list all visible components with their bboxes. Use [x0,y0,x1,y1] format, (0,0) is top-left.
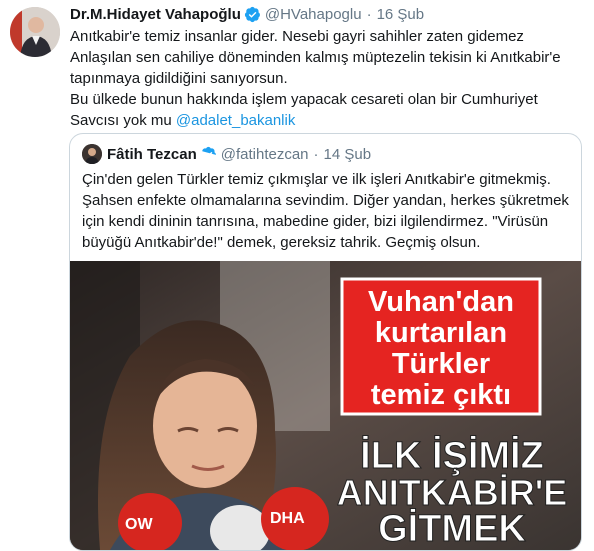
quoted-text-line: Şahsen enfekte olmamalarına sevindim. Di… [82,192,569,209]
quoted-author-avatar-image [82,144,102,164]
tweet[interactable]: Dr.M.Hidayet Vahapoğlu @HVahapoglu · 16 … [0,0,594,551]
quoted-text-line: Çin'den gelen Türkler temiz çıkmışlar ve… [82,171,551,188]
mention-link[interactable]: @adalet_bakanlik [176,112,295,129]
header-separator: · [366,5,372,23]
banner-line: Vuhan'dan [368,286,514,318]
tweet-text-segment: Savcısı yok mu [70,112,176,129]
tweet-header: Dr.M.Hidayet Vahapoğlu @HVahapoglu · 16 … [70,4,424,24]
quoted-tweet-image[interactable]: OW DHA Vuhan'dan kurtarılan Türkler temi… [70,261,581,550]
verified-badge-icon [244,6,261,23]
banner-line: kurtarılan [375,317,507,349]
banner-line: temiz çıktı [371,379,511,411]
headline-line: ANITKABİR'E [337,472,568,513]
tweet-text-line: Anıtkabir'e temiz insanlar gider. Nesebi… [70,28,524,45]
headline-line: İLK İŞİMİZ [360,435,544,477]
quoted-text-line: için kendi dininin tanrısına, mabedine g… [82,213,549,230]
author-handle[interactable]: @HVahapoglu [265,6,362,23]
quoted-author-avatar[interactable] [82,144,102,164]
tweet-text-line: Savcısı yok mu @adalet_bakanlik [70,110,580,131]
banner-line: Türkler [392,348,490,380]
tweet-text: Anıtkabir'e temiz insanlar gider. Nesebi… [70,26,580,131]
author-name[interactable]: Dr.M.Hidayet Vahapoğlu [70,6,241,23]
tweet-text-line: tapınmaya gidildiğini sanıyorsun. [70,70,288,87]
tweet-text-line: Anlaşılan sen cahiliye döneminden kalmış… [70,49,561,66]
quoted-tweet[interactable]: Fâtih Tezcan @fatihtezcan · 14 Şub Çin'd… [69,133,582,551]
tweet-date[interactable]: 16 Şub [377,6,425,23]
quoted-tweet-date[interactable]: 14 Şub [324,146,372,163]
author-avatar-image [10,7,60,57]
mic-label: DHA [270,510,305,527]
quoted-tweet-header: Fâtih Tezcan @fatihtezcan · 14 Şub [82,144,371,164]
news-photo: OW DHA Vuhan'dan kurtarılan Türkler temi… [70,261,581,550]
quoted-tweet-text: Çin'den gelen Türkler temiz çıkmışlar ve… [82,169,572,253]
tweet-text-line: Bu ülkede bunun hakkında işlem yapacak c… [70,91,538,108]
quoted-author-name[interactable]: Fâtih Tezcan [107,146,197,163]
verified-badge-icon [200,146,217,163]
quoted-text-line: büyüğü Anıtkabir'de!" demek, gereksiz ta… [82,234,481,251]
quoted-author-handle[interactable]: @fatihtezcan [221,146,309,163]
headline-line: GİTMEK [378,508,526,550]
author-avatar[interactable] [10,7,60,57]
mic-label: OW [125,516,153,533]
header-separator: · [313,145,319,163]
